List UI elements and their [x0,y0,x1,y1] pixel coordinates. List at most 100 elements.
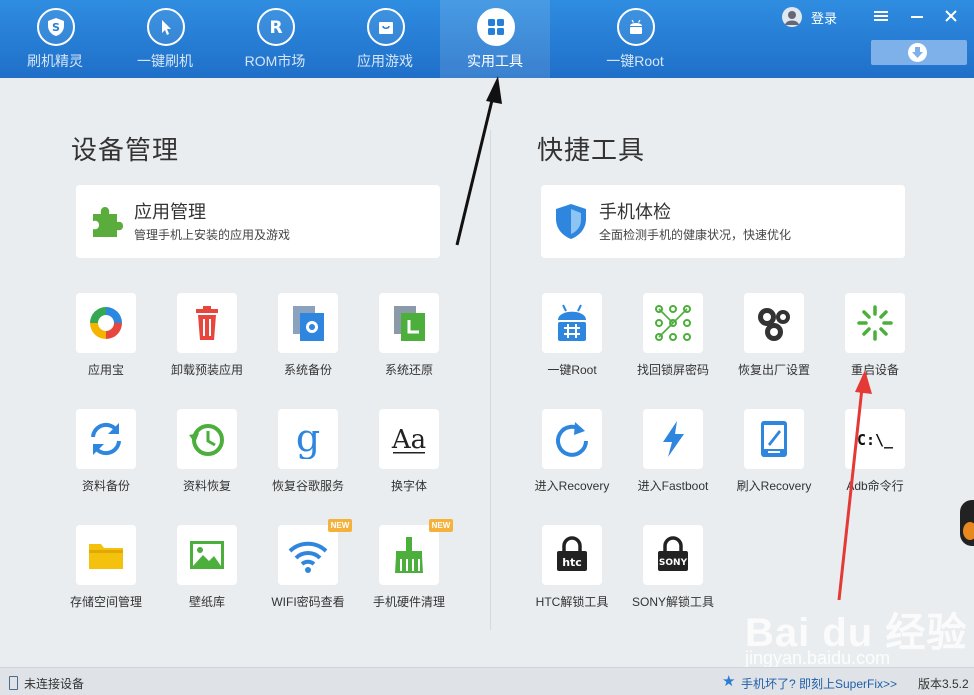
tablet-edit-icon [744,409,804,469]
menu-icon[interactable] [873,8,889,24]
tab-one-click-root[interactable]: 一键Root [580,0,690,78]
android-icon [617,8,655,46]
app-store-icon [76,293,136,353]
system-restore-icon [379,293,439,353]
svg-text:S: S [52,21,60,34]
tool-change-font[interactable]: Aa 换字体 [354,409,464,509]
tool-label: SONY解锁工具 [631,595,714,609]
tool-adb-command-line[interactable]: C:\_ Adb命令行 [820,409,930,509]
wallpaper-icon [177,525,237,585]
star-icon: ★ [722,673,736,690]
svg-text:Aa: Aa [391,425,426,455]
reboot-spinner-icon [845,293,905,353]
cursor-icon [147,8,185,46]
tool-wifi-password[interactable]: NEW WIFI密码查看 [253,519,363,625]
app-management-card[interactable]: 应用管理 管理手机上安装的应用及游戏 [76,185,440,258]
tab-one-click-flash[interactable]: 一键刷机 [110,0,220,78]
sony-logo-text: SONY [659,558,688,568]
watermark-brand: Bai du 经验 [745,611,968,655]
card-title: 应用管理 [134,202,206,222]
system-backup-icon [278,293,338,353]
tool-factory-reset[interactable]: 恢复出厂设置 [719,293,829,393]
user-avatar-icon [782,7,802,27]
tool-system-restore[interactable]: 系统还原 [354,293,464,393]
tool-hardware-cleanup[interactable]: NEW 手机硬件清理 [354,519,464,625]
tool-restore-google-services[interactable]: g 恢复谷歌服务 [253,409,363,509]
tab-apps-games[interactable]: 应用游戏 [330,0,440,78]
tool-recover-lock-password[interactable]: 找回锁屏密码 [618,293,728,393]
sync-icon [76,409,136,469]
download-arrow-icon [908,43,927,62]
new-badge: NEW [429,519,453,532]
gears-icon [744,293,804,353]
broom-icon: NEW [379,519,453,585]
svg-text:R: R [269,18,282,37]
card-description: 管理手机上安装的应用及游戏 [134,228,291,242]
tab-flash-wizard[interactable]: S 刷机精灵 [0,0,110,78]
tool-label: 恢复谷歌服务 [271,479,344,493]
tool-htc-unlock[interactable]: htc HTC解锁工具 [517,525,627,625]
history-icon [177,409,237,469]
mascot-peek-icon [960,500,974,546]
tool-enter-recovery[interactable]: 进入Recovery [517,409,627,509]
tool-label: 进入Recovery [534,479,610,493]
puzzle-icon [87,202,125,240]
tool-wallpaper-library[interactable]: 壁纸库 [152,525,262,625]
tool-storage-management[interactable]: 存储空间管理 [51,525,161,625]
section-title-quick-tools: 快捷工具 [537,135,646,165]
card-title: 手机体检 [599,202,671,222]
tool-label: 资料备份 [81,479,130,493]
tool-one-click-root[interactable]: 一键Root [517,293,627,393]
tool-flash-recovery[interactable]: 刷入Recovery [719,409,829,509]
tool-sony-unlock[interactable]: SONY SONY解锁工具 [618,525,728,625]
tool-label: HTC解锁工具 [535,595,609,609]
tab-label: ROM市场 [244,53,306,69]
refresh-arrow-icon [542,409,602,469]
tool-label: 换字体 [390,479,427,493]
trash-icon [177,293,237,353]
wifi-icon: NEW [278,519,352,585]
tool-data-restore[interactable]: 资料恢复 [152,409,262,509]
tool-uninstall-preinstalled[interactable]: 卸载预装应用 [152,293,262,393]
tab-label: 应用游戏 [357,53,413,69]
close-icon[interactable] [943,8,959,24]
pattern-lock-icon [643,293,703,353]
shield-s-icon: S [37,8,75,46]
htc-logo-text: htc [562,556,582,569]
tool-label: 手机硬件清理 [372,595,445,609]
bag-icon [367,8,405,46]
phone-checkup-card[interactable]: 手机体检 全面检测手机的健康状况，快速优化 [541,185,905,258]
download-manager-button[interactable] [871,40,967,65]
connection-status: 未连接设备 [24,677,85,691]
version-label: 版本3.5.2 [918,677,969,691]
sony-lock-icon: SONY [643,525,703,585]
section-divider [490,130,491,630]
tool-label: 壁纸库 [188,595,225,609]
android-root-icon [542,293,602,353]
tool-label: 卸载预装应用 [170,363,243,377]
svg-text:g: g [296,419,320,459]
tool-label: 应用宝 [87,363,124,377]
tool-enter-fastboot[interactable]: 进入Fastboot [618,409,728,509]
tool-label: WIFI密码查看 [271,595,345,609]
tab-label: 刷机精灵 [27,53,83,69]
tool-label: 进入Fastboot [637,479,709,493]
login-label: 登录 [811,11,838,26]
minimize-icon[interactable] [909,8,925,24]
phone-device-icon [9,676,18,690]
top-nav-bar: S 刷机精灵 一键刷机 R ROM市场 应用游戏 实用工具 一键Root 登录 [0,0,974,78]
baidu-jingyan-watermark: Bai du 经验 jingyan.baidu.com [745,600,974,670]
font-aa-icon: Aa [379,409,439,469]
tool-label: 系统备份 [283,363,332,377]
tool-system-backup[interactable]: 系统备份 [253,293,363,393]
tool-reboot-device[interactable]: 重启设备 [820,293,930,393]
tool-label: 系统还原 [384,363,433,377]
superfix-link[interactable]: 手机坏了? 即刻上SuperFix>> [741,675,897,692]
tool-app-store[interactable]: 应用宝 [51,293,161,393]
tool-data-backup[interactable]: 资料备份 [51,409,161,509]
tool-label: 重启设备 [850,363,899,377]
tab-rom-market[interactable]: R ROM市场 [220,0,330,78]
tab-utilities[interactable]: 实用工具 [440,0,550,78]
terminal-prompt-text: C:\_ [857,431,894,449]
status-bar: 未连接设备 ★ 手机坏了? 即刻上SuperFix>> 版本3.5.2 [0,667,974,695]
